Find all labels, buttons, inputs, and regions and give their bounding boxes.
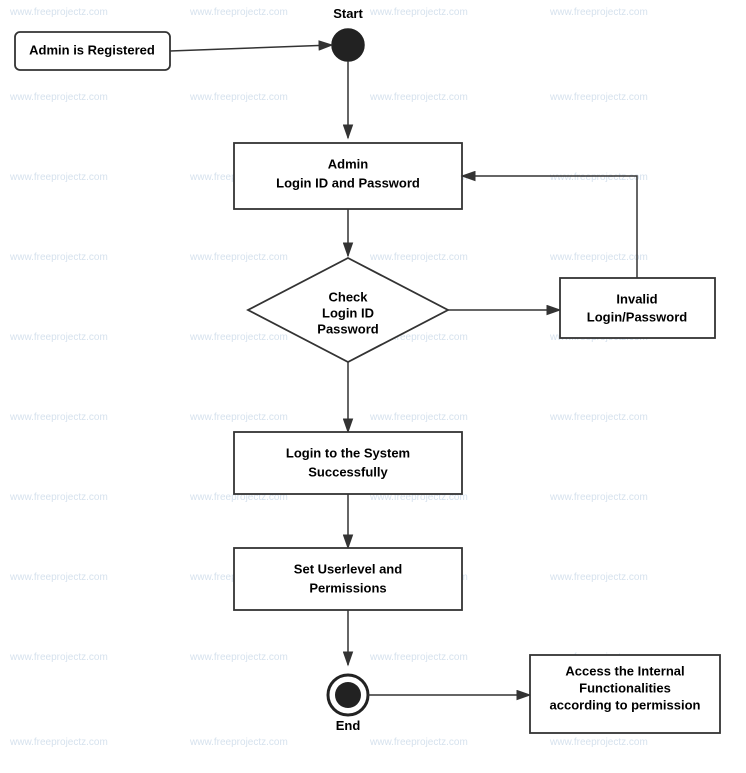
svg-text:www.freeprojectz.com: www.freeprojectz.com (189, 652, 288, 663)
svg-text:www.freeprojectz.com: www.freeprojectz.com (9, 332, 108, 343)
svg-text:www.freeprojectz.com: www.freeprojectz.com (549, 7, 648, 18)
check-line1: Check (328, 289, 368, 304)
invalid-line2: Login/Password (587, 309, 687, 324)
svg-text:www.freeprojectz.com: www.freeprojectz.com (189, 7, 288, 18)
svg-text:www.freeprojectz.com: www.freeprojectz.com (549, 172, 648, 183)
svg-text:www.freeprojectz.com: www.freeprojectz.com (9, 492, 108, 503)
svg-text:www.freeprojectz.com: www.freeprojectz.com (189, 737, 288, 748)
start-label: Start (333, 6, 363, 21)
svg-text:www.freeprojectz.com: www.freeprojectz.com (189, 92, 288, 103)
userlevel-line2: Permissions (309, 580, 386, 595)
access-line1: Access the Internal (565, 663, 684, 678)
check-line2: Login ID (322, 305, 374, 320)
svg-text:www.freeprojectz.com: www.freeprojectz.com (549, 737, 648, 748)
svg-text:www.freeprojectz.com: www.freeprojectz.com (9, 572, 108, 583)
svg-text:www.freeprojectz.com: www.freeprojectz.com (9, 92, 108, 103)
svg-text:www.freeprojectz.com: www.freeprojectz.com (369, 92, 468, 103)
svg-text:www.freeprojectz.com: www.freeprojectz.com (189, 252, 288, 263)
success-line1: Login to the System (286, 445, 410, 460)
login-box-line2: Login ID and Password (276, 175, 420, 190)
svg-text:www.freeprojectz.com: www.freeprojectz.com (549, 412, 648, 423)
admin-registered-label: Admin is Registered (29, 42, 155, 57)
login-box-line1: Admin (328, 156, 369, 171)
start-circle (332, 29, 364, 61)
svg-text:www.freeprojectz.com: www.freeprojectz.com (189, 412, 288, 423)
arrow-registered-to-start (170, 45, 332, 51)
end-label: End (336, 718, 361, 733)
svg-text:www.freeprojectz.com: www.freeprojectz.com (9, 652, 108, 663)
svg-text:www.freeprojectz.com: www.freeprojectz.com (369, 652, 468, 663)
access-line3: according to permission (550, 697, 701, 712)
invalid-box (560, 278, 715, 338)
svg-text:www.freeprojectz.com: www.freeprojectz.com (189, 332, 288, 343)
svg-text:www.freeprojectz.com: www.freeprojectz.com (9, 252, 108, 263)
svg-text:www.freeprojectz.com: www.freeprojectz.com (9, 172, 108, 183)
end-circle-inner (335, 682, 361, 708)
svg-text:www.freeprojectz.com: www.freeprojectz.com (9, 7, 108, 18)
userlevel-line1: Set Userlevel and (294, 561, 402, 576)
svg-text:www.freeprojectz.com: www.freeprojectz.com (549, 492, 648, 503)
access-line2: Functionalities (579, 680, 671, 695)
svg-text:www.freeprojectz.com: www.freeprojectz.com (369, 412, 468, 423)
svg-text:www.freeprojectz.com: www.freeprojectz.com (549, 572, 648, 583)
svg-text:www.freeprojectz.com: www.freeprojectz.com (369, 7, 468, 18)
svg-text:www.freeprojectz.com: www.freeprojectz.com (369, 737, 468, 748)
svg-text:www.freeprojectz.com: www.freeprojectz.com (9, 412, 108, 423)
diagram-container: www.freeprojectz.com www.freeprojectz.co… (0, 0, 746, 770)
svg-text:www.freeprojectz.com: www.freeprojectz.com (369, 252, 468, 263)
userlevel-box (234, 548, 462, 610)
svg-text:www.freeprojectz.com: www.freeprojectz.com (549, 92, 648, 103)
invalid-line1: Invalid (616, 291, 657, 306)
svg-text:www.freeprojectz.com: www.freeprojectz.com (9, 737, 108, 748)
check-line3: Password (317, 321, 378, 336)
success-line2: Successfully (308, 464, 388, 479)
success-box (234, 432, 462, 494)
svg-text:www.freeprojectz.com: www.freeprojectz.com (549, 252, 648, 263)
